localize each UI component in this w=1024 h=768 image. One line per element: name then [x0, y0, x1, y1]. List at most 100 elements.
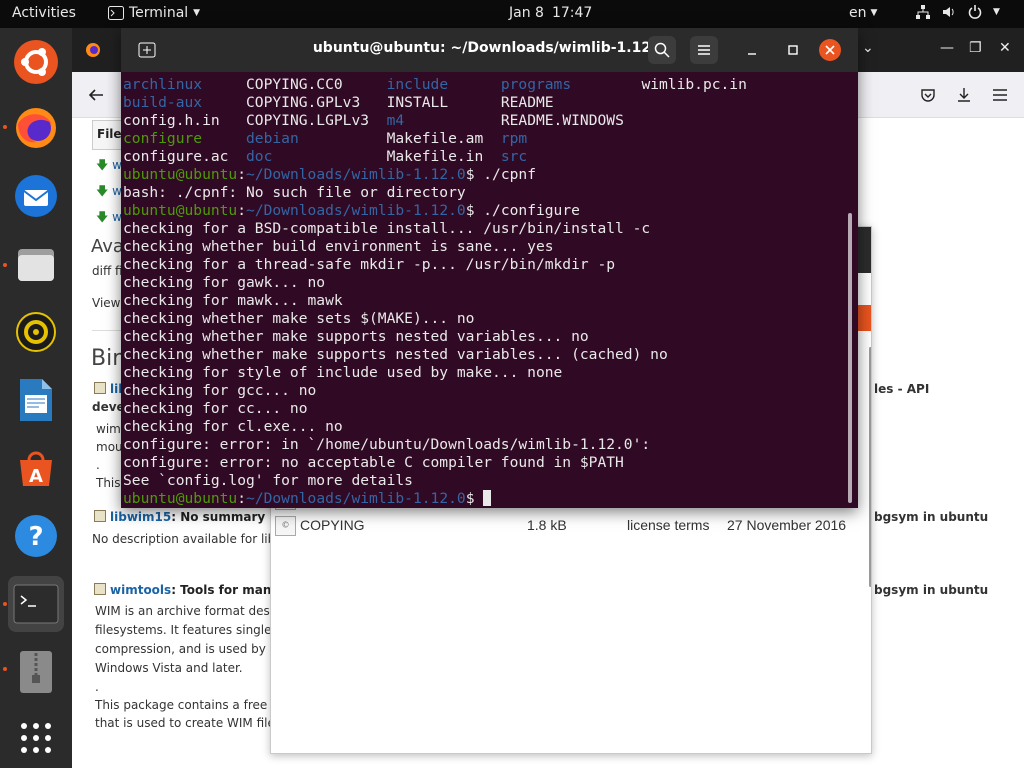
language-indicator[interactable]: en ▼	[849, 5, 877, 21]
running-indicator	[3, 667, 7, 671]
package-desc-line: Windows Vista and later.	[95, 661, 243, 675]
prompt-path: ~/Downloads/wimlib-1.12.0	[246, 166, 466, 183]
ls-entry: rpm	[500, 130, 528, 147]
maximize-icon	[788, 45, 798, 55]
app-menu[interactable]: Terminal ▼	[108, 5, 200, 21]
dock-terminal[interactable]	[8, 576, 64, 632]
app-menu-label: Terminal	[129, 5, 189, 21]
minimize-icon	[748, 53, 756, 55]
prompt-path: ~/Downloads/wimlib-1.12.0	[246, 490, 466, 507]
ls-output-line: configure.ac doc Makefile.in src	[123, 148, 527, 166]
hamburger-menu-icon[interactable]	[992, 88, 1008, 102]
clock[interactable]: Jan 8 17:47	[509, 5, 600, 21]
output-text: checking for cc... no	[123, 400, 308, 417]
minimize-icon[interactable]: —	[940, 40, 954, 56]
ls-output-line: archlinux COPYING.CC0 include programs w…	[123, 76, 747, 94]
minimize-button[interactable]	[738, 36, 766, 64]
file-link[interactable]: 🡇 w	[96, 182, 122, 203]
scrollbar[interactable]	[869, 347, 871, 587]
license-file-icon: ©	[275, 516, 296, 536]
dock-thunderbird[interactable]	[8, 168, 64, 224]
terminal-output[interactable]: archlinux COPYING.CC0 include programs w…	[123, 76, 851, 508]
chevron-down-icon: ▼	[870, 8, 878, 18]
terminal-line: checking for a BSD-compatible install...…	[123, 220, 650, 238]
package-debug-tail: bgsym in ubuntu	[874, 583, 989, 597]
back-arrow-icon[interactable]	[88, 87, 104, 103]
activities-button[interactable]: Activities	[12, 5, 76, 21]
diff-link[interactable]: diff fi	[92, 264, 123, 278]
terminal-line: See `config.log' for more details	[123, 472, 413, 490]
terminal-line: checking whether make supports nested va…	[123, 346, 668, 364]
writer-icon	[20, 379, 52, 421]
ls-entry: COPYING.GPLv3	[246, 94, 361, 111]
ls-entry: COPYING.CC0	[246, 76, 343, 93]
output-text: checking whether make sets $(MAKE)... no	[123, 310, 475, 327]
terminal-line: bash: ./cpnf: No such file or directory	[123, 184, 466, 202]
dock-archive[interactable]	[8, 644, 64, 700]
output-text: configure: error: in `/home/ubuntu/Downl…	[123, 436, 651, 453]
ls-entry: wimlib.pc.in	[641, 76, 747, 93]
prompt-line: ubuntu@ubuntu:~/Downloads/wimlib-1.12.0$…	[123, 202, 580, 219]
file-link[interactable]: 🡇 w	[96, 156, 122, 177]
help-icon: ?	[15, 515, 57, 557]
view-link[interactable]: View	[92, 296, 120, 310]
ls-entry: README	[500, 94, 554, 111]
dock-rhythmbox[interactable]	[8, 304, 64, 360]
maximize-icon[interactable]: ❐	[969, 40, 982, 56]
package-debug-tail: bgsym in ubuntu	[874, 510, 989, 524]
ls-entry: COPYING.LGPLv3	[246, 112, 370, 129]
package-desc-line: This	[96, 476, 121, 490]
prompt-line: ubuntu@ubuntu:~/Downloads/wimlib-1.12.0$…	[123, 166, 536, 183]
close-icon[interactable]: ✕	[999, 40, 1011, 56]
file-size: 1.8 kB	[527, 517, 567, 533]
file-link[interactable]: 🡇 w	[96, 208, 122, 229]
file-type: license terms	[627, 517, 710, 533]
terminal-line: checking for gawk... no	[123, 274, 325, 292]
terminal-scrollbar[interactable]	[848, 213, 852, 503]
terminal-line: checking for mawk... mawk	[123, 292, 343, 310]
dock-show-applications[interactable]	[8, 710, 64, 766]
terminal-icon	[13, 584, 59, 624]
pocket-icon[interactable]	[920, 87, 936, 103]
downloads-icon[interactable]	[956, 87, 972, 103]
dock-help[interactable]: ?	[8, 508, 64, 564]
tab-list-chevron-icon[interactable]: ⌄	[862, 40, 874, 56]
ls-entry: README.WINDOWS	[500, 112, 624, 129]
output-text: checking for gawk... no	[123, 274, 326, 291]
power-icon	[968, 5, 982, 19]
network-icon	[916, 5, 930, 19]
terminal-line: checking for a thread-safe mkdir -p... /…	[123, 256, 615, 274]
dock-software[interactable]: A	[8, 440, 64, 496]
ubuntu-icon	[14, 40, 58, 84]
system-menu[interactable]: ▼	[915, 4, 1000, 20]
output-text: checking for cl.exe... no	[123, 418, 343, 435]
dock-firefox[interactable]	[8, 100, 64, 156]
dock: A ?	[0, 28, 72, 768]
dock-ubuntu[interactable]	[8, 34, 64, 90]
maximize-button[interactable]	[779, 36, 807, 64]
dock-files[interactable]	[8, 236, 64, 292]
prompt-line: ubuntu@ubuntu:~/Downloads/wimlib-1.12.0$	[123, 490, 492, 508]
running-indicator	[3, 125, 7, 129]
terminal-app-icon	[108, 6, 124, 20]
ls-output-line: config.h.in COPYING.LGPLv3 m4 README.WIN…	[123, 112, 624, 130]
dock-writer[interactable]	[8, 372, 64, 428]
package-desc-line: .	[95, 680, 99, 694]
file-row[interactable]: © COPYING 1.8 kB license terms 27 November 2…	[271, 513, 871, 539]
terminal-line: checking whether build environment is sa…	[123, 238, 554, 256]
ls-output-line: configure debian Makefile.am rpm	[123, 130, 527, 148]
output-text: checking whether make supports nested va…	[123, 346, 668, 363]
terminal-line: configure: error: no acceptable C compil…	[123, 454, 624, 472]
running-indicator	[3, 263, 7, 267]
ls-entry: Makefile.am	[386, 130, 484, 147]
menu-button[interactable]	[690, 36, 718, 64]
ls-output-line: build-aux COPYING.GPLv3 INSTALL README	[123, 94, 554, 112]
terminal-line: checking for style of include used by ma…	[123, 364, 562, 382]
close-button[interactable]	[819, 39, 841, 61]
search-button[interactable]	[648, 36, 676, 64]
ls-entry: m4	[386, 112, 405, 129]
software-icon: A	[20, 451, 52, 487]
ls-entry: debian	[246, 130, 299, 147]
file-modified: 27 November 2016	[727, 517, 847, 533]
ls-entry: doc	[246, 148, 273, 165]
